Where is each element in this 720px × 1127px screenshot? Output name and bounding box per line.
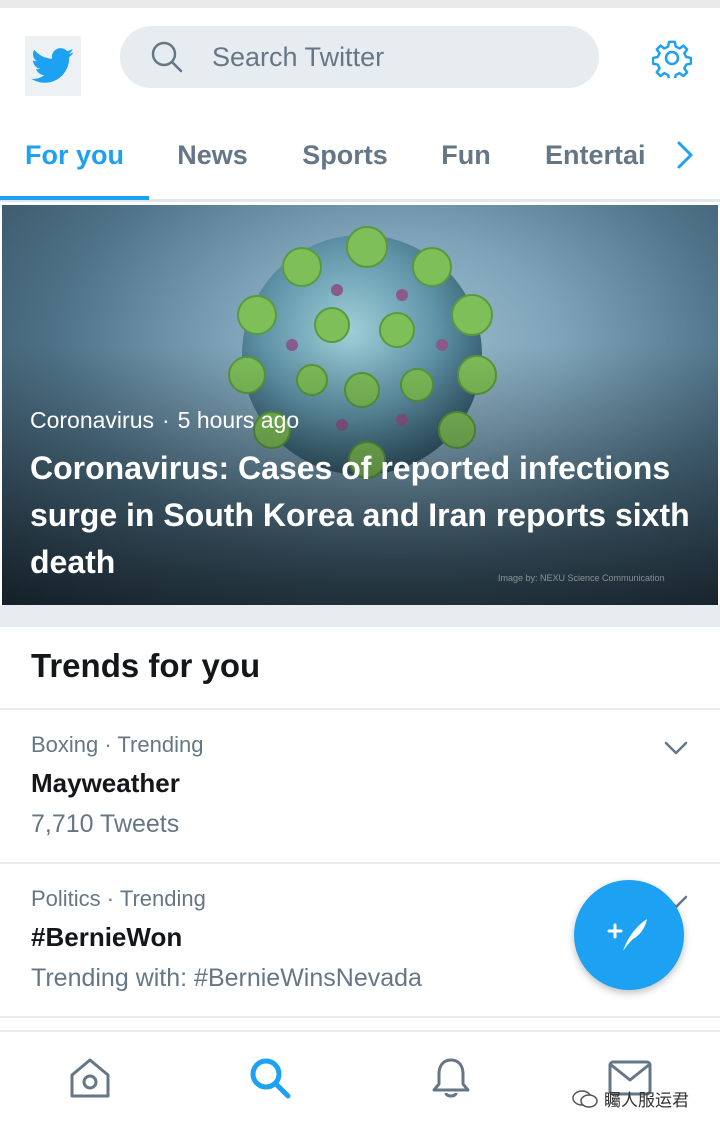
tab-fun[interactable]: Fun — [428, 112, 504, 199]
home-icon[interactable] — [66, 1054, 114, 1102]
compose-tweet-button[interactable] — [574, 880, 684, 990]
trend-meta: Boxing · Trending — [31, 732, 204, 757]
trend-name: #BernieWon — [31, 922, 183, 952]
watermark-text: 矚人服运君 — [604, 1091, 689, 1110]
trends-section-header: Trends for you — [0, 627, 720, 710]
trend-tweet-count: 7,710 Tweets — [31, 810, 180, 838]
tab-entertainment[interactable]: Entertai — [545, 112, 651, 199]
watermark: 矚人服运君 — [572, 1086, 689, 1111]
trends-title: Trends for you — [31, 647, 261, 684]
image-credit: Image by: NEXU Science Communication — [498, 573, 665, 583]
story-headline[interactable]: Coronavirus: Cases of reported infection… — [30, 445, 700, 586]
search-input-container[interactable] — [120, 26, 599, 88]
meta-separator: · — [162, 407, 170, 433]
wechat-logo-icon — [572, 1089, 598, 1108]
featured-story[interactable]: Coronavirus · 5 hours ago Coronavirus: Cas… — [2, 205, 718, 605]
bell-icon[interactable] — [427, 1054, 475, 1102]
story-time: 5 hours ago — [177, 407, 300, 433]
trend-item[interactable]: Boxing · Trending Mayweather 7,710 Tweet… — [0, 710, 720, 864]
gear-icon[interactable] — [652, 38, 692, 78]
search-icon[interactable] — [246, 1054, 294, 1102]
section-divider — [0, 605, 720, 627]
trend-meta: Politics · Trending — [31, 886, 206, 911]
story-meta: Coronavirus · 5 hours ago — [30, 407, 299, 434]
tab-news[interactable]: News — [160, 112, 265, 199]
bottom-navigation: 矚人服运君 — [0, 1030, 720, 1127]
search-icon — [151, 41, 183, 73]
story-topic[interactable]: Coronavirus — [30, 407, 154, 433]
trend-related: Trending with: #BernieWinsNevada — [31, 964, 422, 992]
tab-for-you[interactable]: For you — [0, 112, 149, 199]
top-bar — [0, 0, 720, 112]
twitter-bird-icon[interactable] — [25, 36, 81, 96]
tab-sports[interactable]: Sports — [290, 112, 400, 199]
trend-name: Mayweather — [31, 768, 180, 798]
chevron-down-icon[interactable] — [662, 738, 690, 758]
active-tab-indicator — [0, 196, 149, 200]
chevron-right-icon[interactable] — [665, 130, 705, 180]
category-tabs: For you News Sports Fun Entertai — [0, 112, 720, 202]
search-input[interactable] — [212, 41, 572, 73]
compose-tweet-icon — [607, 919, 647, 951]
